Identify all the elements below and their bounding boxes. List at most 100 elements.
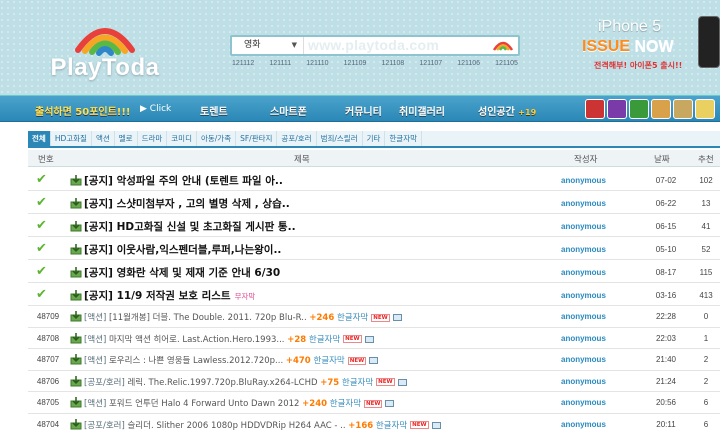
monkey-game-icon[interactable]	[651, 99, 671, 119]
post-rec-count: 2	[703, 355, 709, 364]
nav-item-torrent[interactable]: 토렌트	[200, 103, 228, 118]
download-icon	[70, 310, 82, 322]
post-subject-link[interactable]: [공지] 이웃사람,익스펜더블,루퍼,나는왕이..	[84, 242, 281, 257]
subtitle-badge: 한글자막	[341, 377, 374, 388]
ad-now-word: NOW	[634, 38, 674, 55]
checkmark-icon: ✔	[36, 241, 47, 256]
new-badge: NEW	[410, 421, 429, 429]
search-keyword[interactable]: 121110	[306, 60, 328, 67]
table-row[interactable]: ✔ [공지] 이웃사람,익스펜더블,루퍼,나는왕이.. anonymous 05-10…	[28, 237, 720, 260]
attendance-promo[interactable]: 출석하면 50포인트!!!	[35, 103, 130, 118]
search-input[interactable]: www.playtoda.com	[308, 37, 488, 54]
category-tab[interactable]: 멜로	[115, 131, 138, 146]
post-points: +166	[348, 420, 374, 431]
nav-item-hobby-gallery[interactable]: 취미갤러리	[399, 103, 445, 118]
post-subject: [공지] 악성파일 주의 안내 (토렌트 파일 아..	[84, 175, 283, 187]
iphone-image	[698, 16, 720, 68]
character-game-icon[interactable]	[695, 99, 715, 119]
search-keyword[interactable]: 121106	[457, 60, 480, 67]
nav-item-adult[interactable]: 성인공간 +19	[478, 103, 536, 118]
table-row[interactable]: ✔ [공지] 11/9 저작권 보호 리스트 무자막 anonymous 03-16 41…	[28, 283, 720, 306]
search-keyword[interactable]: 121107	[419, 60, 442, 67]
post-number: 48705	[36, 398, 60, 407]
post-author[interactable]: anonymous	[561, 312, 606, 321]
table-row[interactable]: ✔ [공지] 스샷미첨부자 , 고의 별명 삭제 , 상습.. anonymous 0…	[28, 191, 720, 214]
category-tab[interactable]: 드라마	[138, 131, 168, 146]
ad-title: iPhone 5	[598, 18, 662, 35]
search-category-select[interactable]: 영화 ▼	[232, 37, 304, 54]
post-subject-link[interactable]: [액션] 마지막 액션 히어로. Last.Action.Hero.1993..…	[84, 333, 374, 345]
search-keyword[interactable]: 121105	[495, 60, 518, 67]
table-row[interactable]: ✔ [공지] 영화란 삭제 및 제재 기준 안내 6/30 anonymous 08-…	[28, 260, 720, 283]
category-tab[interactable]: 전체	[28, 131, 51, 146]
post-author[interactable]: anonymous	[561, 176, 606, 185]
promo-click-link[interactable]: ▶ Click	[140, 104, 171, 114]
post-subject: [공지] 영화란 삭제 및 제재 기준 안내 6/30	[84, 267, 281, 279]
search-box: 영화 ▼ www.playtoda.com	[230, 35, 520, 56]
post-subject-link[interactable]: [액션] 포워드 언투던 Halo 4 Forward Unto Dawn 20…	[84, 397, 395, 409]
category-tab[interactable]: 아동/가족	[197, 131, 237, 146]
post-author[interactable]: anonymous	[561, 245, 606, 254]
category-tab[interactable]: 범죄/스릴러	[317, 131, 363, 146]
post-subject-link[interactable]: [공지] 스샷미첨부자 , 고의 별명 삭제 , 상습..	[84, 196, 290, 211]
table-row[interactable]: ✔ [공지] 악성파일 주의 안내 (토렌트 파일 아.. anonymous 07-…	[28, 168, 720, 191]
post-author[interactable]: anonymous	[561, 222, 606, 231]
post-date: 20:11	[656, 419, 676, 429]
post-subject: [공지] 이웃사람,익스펜더블,루퍼,나는왕이..	[84, 244, 282, 256]
post-points: +75	[320, 377, 340, 388]
post-subject-link[interactable]: [공지] 11/9 저작권 보호 리스트 무자막	[84, 288, 255, 303]
site-header: PlayToda 영화 ▼ www.playtoda.com 121112 121…	[0, 0, 720, 95]
post-author[interactable]: anonymous	[561, 268, 606, 277]
post-author[interactable]: anonymous	[561, 334, 606, 343]
subtitle-badge: 한글자막	[313, 356, 345, 366]
post-subject-link[interactable]: [공지] 악성파일 주의 안내 (토렌트 파일 아..	[84, 173, 283, 188]
category-tab[interactable]: HD고화질	[51, 131, 92, 146]
post-subject-link[interactable]: [액션] 로우리스 : 나쁜 영웅들 Lawless.2012.720p... …	[84, 354, 379, 366]
category-tab[interactable]: 한글자막	[385, 131, 423, 146]
post-author[interactable]: anonymous	[561, 420, 606, 429]
post-title: 로우리스 : 나쁜 영웅들 Lawless.2012.720p...	[108, 356, 284, 366]
post-author[interactable]: anonymous	[561, 355, 606, 364]
post-subject-link[interactable]: [액션] [11월개봉] 더블. The Double. 2011. 720p …	[84, 311, 402, 323]
angry-bird-game-icon[interactable]	[585, 99, 605, 119]
nav-item-smartphone[interactable]: 스마트폰	[270, 103, 307, 118]
category-tab[interactable]: 공포/호러	[277, 131, 317, 146]
mushroom-game-icon[interactable]	[673, 99, 693, 119]
iphone-ad-banner[interactable]: iPhone 5 ISSUE NOW 전격해부! 아이폰5 출시!!	[572, 16, 720, 80]
search-keyword[interactable]: 121111	[269, 60, 291, 67]
table-row[interactable]: 48707 [액션] 로우리스 : 나쁜 영웅들 Lawless.2012.720…	[28, 349, 720, 371]
table-row[interactable]: 48705 [액션] 포워드 언투던 Halo 4 Forward Unto Da…	[28, 392, 720, 414]
green-game-icon[interactable]	[629, 99, 649, 119]
category-tab[interactable]: SF/판타지	[236, 131, 278, 146]
post-genre-tag: [액션]	[84, 399, 107, 409]
category-tab[interactable]: 코미디	[167, 131, 197, 146]
post-subject: [공지] HD고화질 신설 및 초고화질 게시판 통..	[84, 221, 296, 233]
post-subject-link[interactable]: [공포/호러] 슬리더. Slither 2006 1080p HDDVDRip…	[84, 419, 441, 431]
post-subject-link[interactable]: [공지] 영화란 삭제 및 제재 기준 안내 6/30	[84, 265, 280, 280]
table-row[interactable]: 48708 [액션] 마지막 액션 히어로. Last.Action.Hero.1…	[28, 328, 720, 349]
post-rec-count: 41	[701, 222, 711, 231]
post-author[interactable]: anonymous	[561, 377, 606, 386]
table-row[interactable]: 48706 [공포/호러] 레릭. The.Relic.1997.720p.Blu…	[28, 371, 720, 392]
site-logo[interactable]: PlayToda	[40, 18, 170, 81]
table-row[interactable]: 48704 [공포/호러] 슬리더. Slither 2006 1080p HDD…	[28, 414, 720, 433]
post-subject-link[interactable]: [공포/호러] 레릭. The.Relic.1997.720p.BluRay.x…	[84, 376, 407, 388]
subtitle-badge: 한글자막	[329, 399, 362, 409]
post-author[interactable]: anonymous	[561, 398, 606, 407]
table-row[interactable]: ✔ [공지] HD고화질 신설 및 초고화질 게시판 통.. anonymous 06…	[28, 214, 720, 237]
nav-item-community[interactable]: 커뮤니티	[345, 103, 382, 118]
post-author[interactable]: anonymous	[561, 291, 606, 300]
purple-game-icon[interactable]	[607, 99, 627, 119]
category-tab[interactable]: 기타	[363, 131, 386, 146]
search-button-icon[interactable]	[490, 38, 516, 52]
table-row[interactable]: 48709 [액션] [11월개봉] 더블. The Double. 2011. …	[28, 306, 720, 328]
post-author[interactable]: anonymous	[561, 199, 606, 208]
post-subject-link[interactable]: [공지] HD고화질 신설 및 초고화질 게시판 통..	[84, 219, 296, 234]
search-keyword[interactable]: 121109	[344, 60, 367, 67]
subtitle-badge: 한글자막	[336, 313, 369, 323]
new-badge: NEW	[376, 378, 395, 386]
search-keyword[interactable]: 121108	[381, 60, 404, 67]
search-keyword[interactable]: 121112	[232, 60, 254, 67]
category-tab[interactable]: 액션	[92, 131, 115, 146]
post-date: 21:24	[655, 376, 677, 386]
